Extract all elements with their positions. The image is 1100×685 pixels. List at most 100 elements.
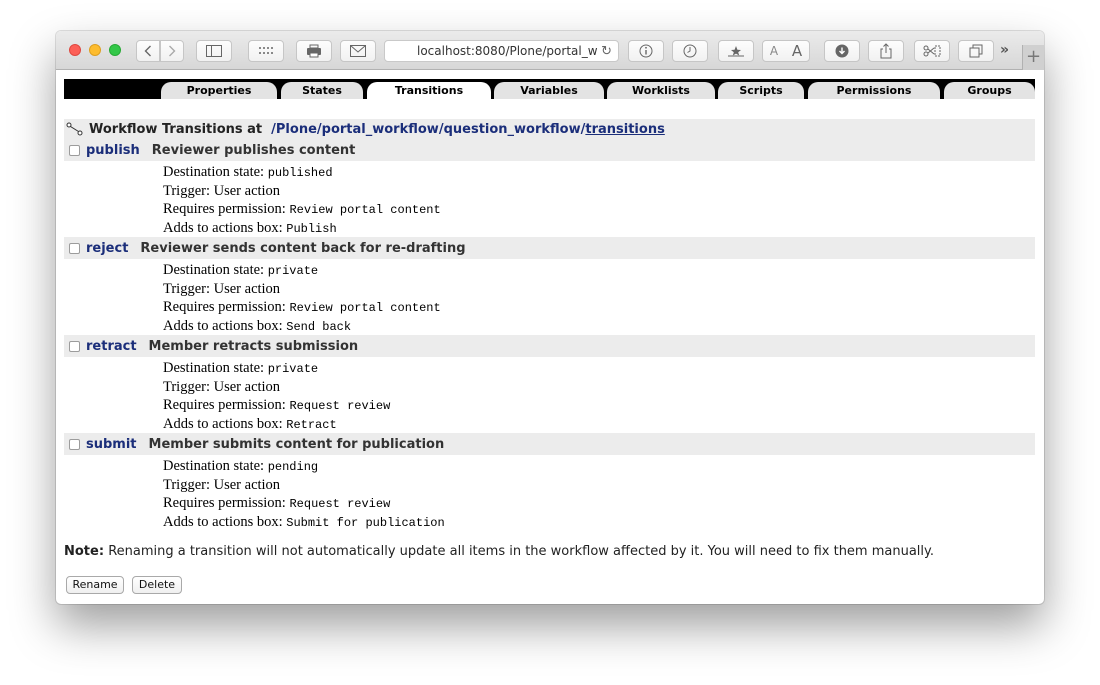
select-checkbox[interactable] <box>69 242 80 254</box>
actions-box-label: Adds to actions box: <box>163 514 283 530</box>
transition-details: Destination state: published Trigger: Us… <box>163 163 763 238</box>
destination-label: Destination state: <box>163 164 265 180</box>
mail-button[interactable] <box>340 40 376 62</box>
page-content: Properties States Transitions Variables … <box>56 71 1044 604</box>
zoom-window-button[interactable] <box>109 44 121 56</box>
share-button[interactable] <box>868 40 904 62</box>
text-larger-icon[interactable]: A <box>792 43 802 59</box>
trigger-value: User action <box>213 477 281 493</box>
title-prefix: Workflow Transitions at <box>89 121 263 137</box>
transition-row-submit: submit Member submits content for public… <box>64 433 1035 455</box>
sidebar-icon <box>206 45 222 57</box>
transition-id-link[interactable]: publish <box>86 143 140 158</box>
trigger-value: User action <box>213 183 281 199</box>
bookmark-button[interactable] <box>718 40 754 62</box>
rename-button[interactable]: Rename <box>66 576 124 594</box>
reload-icon[interactable]: ↻ <box>601 44 612 59</box>
permission-value: Request review <box>289 497 391 511</box>
breadcrumb-plone[interactable]: /Plone <box>271 122 317 137</box>
actions-box-value: Retract <box>286 418 337 432</box>
transition-id-link[interactable]: reject <box>86 241 128 256</box>
trigger-label: Trigger: <box>163 281 210 297</box>
grid-icon <box>259 47 273 54</box>
trigger-value: User action <box>213 379 281 395</box>
tab-scripts[interactable]: Scripts <box>718 82 804 99</box>
history-button[interactable] <box>672 40 708 62</box>
share-icon <box>880 43 892 59</box>
management-tab-bar: Properties States Transitions Variables … <box>64 79 1035 99</box>
permission-label: Requires permission: <box>163 495 286 511</box>
transition-title: Member retracts submission <box>148 338 359 354</box>
downloads-button[interactable] <box>824 40 860 62</box>
back-button[interactable] <box>136 40 160 62</box>
destination-label: Destination state: <box>163 458 265 474</box>
forward-button[interactable] <box>160 40 184 62</box>
top-sites-button[interactable] <box>248 40 284 62</box>
actions-box-value: Submit for publication <box>286 516 445 530</box>
transition-row-reject: reject Reviewer sends content back for r… <box>64 237 1035 259</box>
destination-label: Destination state: <box>163 262 265 278</box>
page-title: Workflow Transitions at /Plone /portal_w… <box>64 119 1035 139</box>
destination-value: private <box>267 362 319 376</box>
breadcrumb-transitions[interactable]: transitions <box>585 122 664 137</box>
permission-value: Review portal content <box>289 203 441 217</box>
permission-value: Request review <box>289 399 391 413</box>
tabs-icon <box>969 44 983 58</box>
sidebar-button[interactable] <box>196 40 232 62</box>
destination-value: private <box>267 264 319 278</box>
close-window-button[interactable] <box>69 44 81 56</box>
tab-states[interactable]: States <box>281 82 363 99</box>
transition-details: Destination state: private Trigger: User… <box>163 261 763 336</box>
select-checkbox[interactable] <box>69 438 80 450</box>
tab-worklists[interactable]: Worklists <box>607 82 715 99</box>
trigger-label: Trigger: <box>163 183 210 199</box>
tab-transitions[interactable]: Transitions <box>367 82 491 99</box>
select-checkbox[interactable] <box>69 340 80 352</box>
permission-label: Requires permission: <box>163 397 286 413</box>
select-checkbox[interactable] <box>69 144 80 156</box>
destination-value: pending <box>267 460 319 474</box>
transition-id-link[interactable]: submit <box>86 437 137 452</box>
actions-box-label: Adds to actions box: <box>163 220 283 236</box>
more-chevron-icon[interactable]: » <box>1000 42 1009 58</box>
delete-button[interactable]: Delete <box>132 576 182 594</box>
minimize-window-button[interactable] <box>89 44 101 56</box>
note-label: Note: <box>64 544 105 559</box>
address-text: localhost:8080/Plone/portal_w <box>417 44 598 58</box>
tab-groups[interactable]: Groups <box>944 82 1035 99</box>
chevron-left-icon <box>144 45 151 57</box>
transition-row-publish: publish Reviewer publishes content <box>64 139 1035 161</box>
tab-variables[interactable]: Variables <box>494 82 604 99</box>
trigger-value: User action <box>213 281 281 297</box>
note-text: Renaming a transition will not automatic… <box>108 544 934 559</box>
transition-title: Reviewer sends content back for re-draft… <box>140 240 466 256</box>
browser-window: localhost:8080/Plone/portal_w ↻ A A » + <box>56 31 1044 604</box>
breadcrumb-portal-workflow[interactable]: /portal_workflow <box>317 122 439 137</box>
scissors-icon <box>923 45 941 57</box>
clip-button[interactable] <box>914 40 950 62</box>
new-tab-button[interactable]: + <box>1022 45 1044 70</box>
trigger-label: Trigger: <box>163 477 210 493</box>
transition-row-retract: retract Member retracts submission <box>64 335 1035 357</box>
address-bar[interactable]: localhost:8080/Plone/portal_w ↻ <box>384 40 619 62</box>
tabs-overview-button[interactable] <box>958 40 994 62</box>
permission-value: Review portal content <box>289 301 441 315</box>
actions-box-label: Adds to actions box: <box>163 318 283 334</box>
permission-label: Requires permission: <box>163 201 286 217</box>
download-icon <box>835 44 849 58</box>
transition-title: Reviewer publishes content <box>151 142 356 158</box>
tab-permissions[interactable]: Permissions <box>808 82 940 99</box>
text-smaller-icon[interactable]: A <box>770 45 778 57</box>
info-button[interactable] <box>628 40 664 62</box>
breadcrumb-question-workflow[interactable]: /question_workflow <box>439 122 581 137</box>
actions-box-value: Publish <box>286 222 337 236</box>
print-button[interactable] <box>296 40 332 62</box>
rename-note: Note: Renaming a transition will not aut… <box>64 544 934 559</box>
transition-details: Destination state: pending Trigger: User… <box>163 457 763 532</box>
envelope-icon <box>350 45 366 57</box>
transition-id-link[interactable]: retract <box>86 339 137 354</box>
tab-properties[interactable]: Properties <box>161 82 277 99</box>
reader-text-size-button[interactable]: A A <box>762 40 810 62</box>
destination-label: Destination state: <box>163 360 265 376</box>
transition-title: Member submits content for publication <box>148 436 445 452</box>
